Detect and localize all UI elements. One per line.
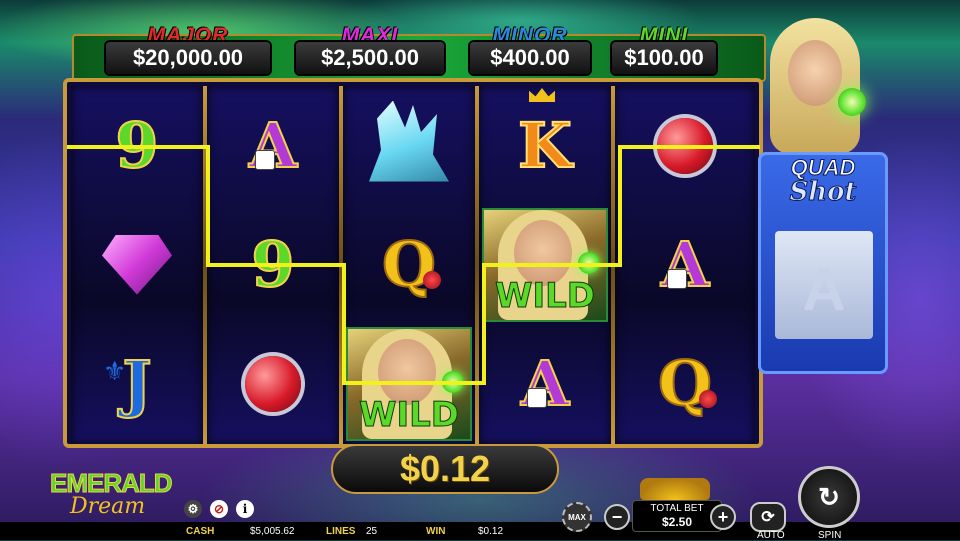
reel-symbol-wild: WILD	[479, 205, 611, 324]
sound-mute-icon[interactable]: ⊘	[210, 500, 228, 518]
reel-symbol-nine: 9	[207, 205, 339, 324]
emerald-orb-icon	[442, 370, 464, 393]
jackpot-maxi: MAXI $2,500.00	[296, 24, 444, 74]
total-bet-label: TOTAL BET	[650, 503, 704, 514]
wild-symbol: WILD	[482, 207, 608, 322]
lines-stat: LINES 25	[326, 526, 377, 537]
max-bet-button[interactable]: MAX	[562, 502, 592, 532]
lines-value: 25	[366, 526, 378, 537]
total-bet-value: $2.50	[661, 515, 693, 529]
rose-icon	[699, 390, 717, 408]
reel-symbol-king: K	[479, 86, 611, 205]
emerald-lady-character	[760, 14, 870, 154]
wild-label: WILD	[494, 275, 596, 316]
info-icon[interactable]: i	[236, 500, 254, 518]
win-value: $0.12	[478, 526, 504, 537]
spin-arrow-icon: ↻	[818, 481, 840, 512]
wild-symbol: WILD	[346, 326, 472, 441]
reels-frame: 9 ⚜ J A 9 Q WILD K WILD A A Q	[63, 78, 763, 448]
ruby-pendant-icon	[245, 355, 301, 412]
symbol-nine: 9	[250, 227, 295, 301]
crown-icon	[529, 88, 555, 102]
symbol-jack: J	[121, 346, 152, 420]
reel-symbol-jack: ⚜ J	[71, 324, 203, 443]
reel-symbol-red-gem	[207, 324, 339, 443]
reel-symbol-ace: A	[479, 324, 611, 443]
autoplay-loop-icon: ⟳	[761, 509, 775, 526]
reel-3: Q WILD	[343, 86, 475, 444]
reel-symbol-wild: WILD	[343, 324, 475, 443]
settings-gear-icon[interactable]: ⚙	[184, 500, 202, 518]
symbol-king: K	[517, 108, 573, 182]
autoplay-button[interactable]: ⟳	[750, 502, 786, 532]
game-logo-dream: Dream	[70, 494, 146, 519]
reel-symbol-ace: A	[615, 205, 755, 324]
reel-symbol-queen: Q	[615, 324, 755, 443]
ruby-pendant-icon	[657, 117, 713, 174]
win-label: WIN	[426, 526, 446, 537]
jackpot-mini: MINI $100.00	[612, 24, 716, 74]
total-bet-display: TOTAL BET $2.50	[632, 500, 722, 532]
jackpot-minor-value: $400.00	[470, 42, 590, 74]
pink-diamond-icon	[102, 234, 172, 295]
spin-label: SPIN	[818, 530, 842, 541]
quad-shot-title-line2: Shot	[789, 177, 857, 207]
dice-icon	[255, 150, 275, 170]
fleur-de-lis-icon: ⚜	[103, 356, 127, 386]
wild-label: WILD	[358, 394, 460, 435]
coin-stack-icon	[640, 478, 710, 500]
cash-label: CASH	[186, 526, 215, 537]
spin-button[interactable]: ↻	[798, 466, 860, 528]
quad-shot-title-line1: QUAD	[790, 155, 856, 180]
win-amount-display: $0.12	[331, 444, 559, 494]
emerald-orb-icon	[578, 251, 600, 274]
cash-value: $5,005.62	[250, 526, 295, 537]
reel-symbol-crystal	[343, 86, 475, 205]
jackpot-mini-value: $100.00	[612, 42, 716, 74]
lady-face	[788, 40, 842, 106]
cash-stat: CASH $5,005.62	[186, 526, 295, 537]
autoplay-label: AUTO	[757, 530, 785, 541]
quad-shot-feature[interactable]: QUAD Shot A	[758, 152, 888, 374]
jackpot-maxi-value: $2,500.00	[296, 42, 444, 74]
jackpot-minor: MINOR $400.00	[470, 24, 590, 74]
dice-icon	[667, 269, 687, 289]
quad-shot-reel-window: A	[775, 231, 873, 339]
reel-4: K WILD A	[479, 86, 611, 444]
reel-symbol-queen: Q	[343, 205, 475, 324]
reel-symbol-ace: A	[207, 86, 339, 205]
emerald-orb-icon	[838, 88, 866, 116]
reel-symbol-red-gem	[615, 86, 755, 205]
reel-5: A Q	[615, 86, 755, 444]
win-stat: WIN $0.12	[426, 526, 503, 537]
reel-1: 9 ⚜ J	[71, 86, 203, 444]
quad-shot-logo-icon: A	[802, 256, 846, 323]
reel-symbol-pink-gem	[71, 205, 203, 324]
jackpot-major-value: $20,000.00	[106, 42, 270, 74]
jackpot-major: MAJOR $20,000.00	[106, 24, 270, 74]
dice-icon	[527, 388, 547, 408]
reel-symbol-nine: 9	[71, 86, 203, 205]
decrease-bet-button[interactable]: −	[604, 504, 630, 530]
increase-bet-button[interactable]: +	[710, 504, 736, 530]
lines-label: LINES	[326, 526, 356, 537]
crystal-icon	[369, 100, 449, 182]
symbol-nine: 9	[114, 108, 159, 182]
rose-icon	[423, 271, 441, 289]
reel-2: A 9	[207, 86, 339, 444]
